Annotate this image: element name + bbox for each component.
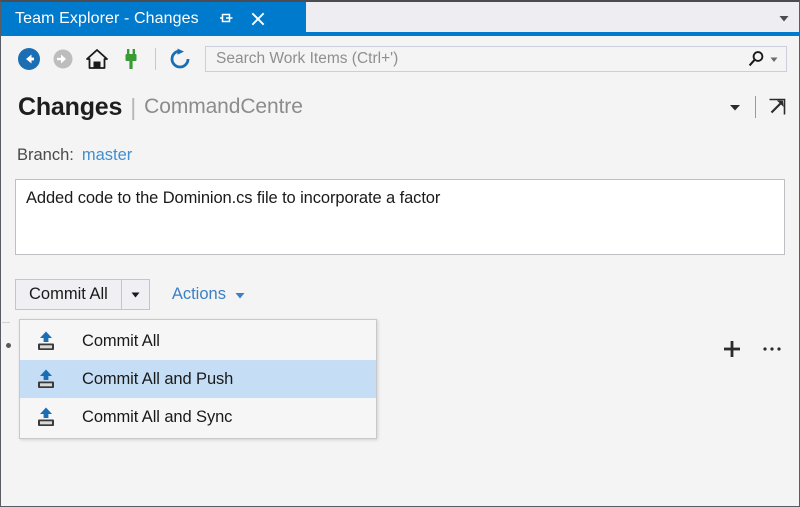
close-icon[interactable] bbox=[249, 10, 267, 28]
section-left-rule bbox=[2, 322, 10, 323]
tab-overflow-chevron-down-icon[interactable] bbox=[777, 11, 791, 25]
plus-icon[interactable] bbox=[721, 338, 743, 360]
search-chevron-down-icon[interactable] bbox=[768, 50, 780, 68]
menu-item-label: Commit All and Push bbox=[82, 369, 234, 388]
commit-upload-icon bbox=[28, 329, 64, 353]
search-input[interactable]: Search Work Items (Ctrl+') bbox=[216, 50, 746, 68]
menu-item-label: Commit All bbox=[82, 331, 160, 350]
commit-all-dropdown-menu: Commit All Commit All and Push Commit Al… bbox=[19, 319, 377, 439]
actions-menu-button[interactable]: Actions bbox=[172, 279, 246, 310]
repository-name: CommandCentre bbox=[144, 95, 303, 118]
page-title: Changes bbox=[18, 92, 123, 121]
commit-action-row: Commit All Actions bbox=[15, 279, 246, 310]
commit-message-input[interactable]: Added code to the Dominion.cs file to in… bbox=[15, 179, 785, 255]
header-separator bbox=[755, 96, 756, 118]
branch-label: Branch: bbox=[17, 146, 74, 164]
commit-upload-icon bbox=[28, 367, 64, 391]
page-header: Changes | CommandCentre bbox=[2, 82, 799, 132]
plug-connect-icon[interactable] bbox=[114, 42, 148, 76]
tab-title: Team Explorer - Changes bbox=[15, 10, 199, 27]
commit-all-dropdown-chevron-down-icon[interactable] bbox=[121, 279, 150, 310]
search-icon[interactable] bbox=[746, 49, 766, 69]
branch-row: Branch: master bbox=[17, 146, 132, 165]
commit-message-text: Added code to the Dominion.cs file to in… bbox=[26, 189, 441, 207]
section-expander-dot[interactable] bbox=[6, 343, 11, 348]
actions-label: Actions bbox=[171, 285, 226, 303]
menu-item-commit-all-and-sync[interactable]: Commit All and Sync bbox=[20, 398, 376, 436]
tab-team-explorer-changes[interactable]: Team Explorer - Changes bbox=[1, 2, 306, 36]
header-chevron-down-icon[interactable] bbox=[724, 96, 746, 118]
team-explorer-window: Team Explorer - Changes Search Work Item… bbox=[0, 0, 800, 507]
toolbar-separator bbox=[155, 48, 156, 70]
navigation-toolbar: Search Work Items (Ctrl+') bbox=[2, 36, 799, 82]
search-work-items-box[interactable]: Search Work Items (Ctrl+') bbox=[205, 46, 787, 72]
home-icon[interactable] bbox=[80, 42, 114, 76]
commit-all-button[interactable]: Commit All bbox=[15, 279, 122, 310]
menu-item-commit-all[interactable]: Commit All bbox=[20, 322, 376, 360]
pin-icon[interactable] bbox=[217, 10, 235, 28]
ellipsis-icon[interactable] bbox=[761, 338, 783, 360]
forward-arrow-icon bbox=[46, 42, 80, 76]
changes-section-tools bbox=[721, 338, 783, 360]
tab-strip: Team Explorer - Changes bbox=[1, 2, 799, 36]
branch-name-link[interactable]: master bbox=[82, 146, 132, 165]
open-in-new-window-icon[interactable] bbox=[765, 95, 789, 119]
menu-item-commit-all-and-push[interactable]: Commit All and Push bbox=[20, 360, 376, 398]
actions-chevron-down-icon bbox=[234, 289, 246, 301]
page-title-separator: | bbox=[130, 93, 137, 120]
refresh-icon[interactable] bbox=[163, 42, 197, 76]
back-arrow-icon[interactable] bbox=[12, 42, 46, 76]
menu-item-label: Commit All and Sync bbox=[82, 407, 233, 426]
commit-upload-icon bbox=[28, 405, 64, 429]
